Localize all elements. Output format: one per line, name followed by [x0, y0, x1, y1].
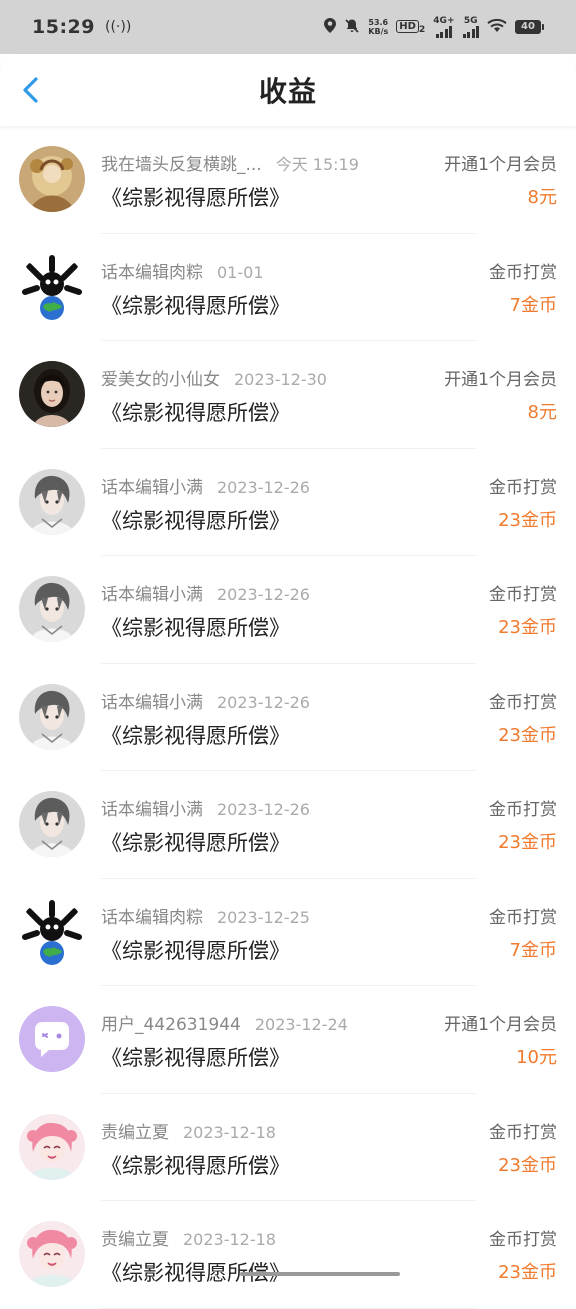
income-type: 金币打赏 [489, 262, 557, 283]
income-row[interactable]: 话本编辑小满 2023-12-26 《综影视得愿所偿》 金币打赏 23金币 [0, 556, 576, 664]
painting-avatar[interactable] [19, 146, 85, 212]
income-date: 2023-12-18 [183, 1230, 276, 1249]
header-bar: 收益 [0, 54, 576, 126]
user-name: 话本编辑小满 2023-12-26 [101, 585, 310, 605]
book-title: 《综影视得愿所偿》 [101, 938, 290, 963]
user-name: 话本编辑肉粽 2023-12-25 [101, 907, 310, 928]
page-title: 收益 [258, 75, 317, 108]
income-date: 01-01 [217, 262, 264, 282]
user-name: 话本编辑肉粽 01-01 [101, 262, 264, 283]
home-indicator[interactable] [240, 1272, 400, 1276]
user-name: 话本编辑小满 2023-12-26 [101, 477, 310, 498]
income-type: 金币打赏 [489, 692, 557, 713]
income-type: 开通1个月会员 [444, 155, 557, 175]
battery-icon: 40 [515, 20, 544, 34]
income-row[interactable]: 话本编辑小满 2023-12-26 《综影视得愿所偿》 金币打赏 23金币 [0, 664, 576, 771]
income-amount: 23金币 [498, 724, 557, 746]
income-row[interactable]: 我在墙头反复横跳_... 今天 15:19 《综影视得愿所偿》 开通1个月会员 8元 [0, 126, 576, 234]
income-amount: 23金币 [498, 1154, 557, 1176]
income-amount: 8元 [527, 402, 557, 423]
income-row[interactable]: 话本编辑小满 2023-12-26 《综影视得愿所偿》 金币打赏 23金币 [0, 449, 576, 556]
network-speed: 53.6 KB/s [368, 18, 389, 36]
mute-bell-icon [344, 18, 360, 37]
income-type: 金币打赏 [489, 585, 557, 605]
income-date: 2023-12-25 [217, 907, 310, 927]
user-name: 责编立夏 2023-12-18 [101, 1122, 276, 1143]
income-row[interactable]: 话本编辑肉粽 2023-12-25 《综影视得愿所偿》 金币打赏 7金币 [0, 879, 576, 986]
anime-boy-avatar[interactable] [19, 683, 85, 750]
income-row[interactable]: 责编立夏 2023-12-18 《综影视得愿所偿》 金币打赏 23金币 [0, 1201, 576, 1309]
status-bar: 15:29 ((·)) 53.6 KB/s HD 2 4G+ 5G 40 [0, 0, 576, 54]
income-amount: 23金币 [498, 509, 557, 531]
default-chat-avatar[interactable] [19, 1006, 85, 1072]
income-date: 2023-12-26 [217, 800, 310, 819]
anime-boy-avatar[interactable] [19, 791, 85, 857]
anime-boy-avatar[interactable] [19, 468, 85, 535]
income-row[interactable]: 话本编辑小满 2023-12-26 《综影视得愿所偿》 金币打赏 23金币 [0, 771, 576, 879]
user-name: 责编立夏 2023-12-18 [101, 1230, 276, 1250]
user-name: 话本编辑小满 2023-12-26 [101, 800, 310, 820]
income-type: 开通1个月会员 [444, 370, 557, 390]
book-title: 《综影视得愿所偿》 [101, 616, 290, 640]
user-name: 爱美女的小仙女 2023-12-30 [101, 370, 327, 390]
income-row[interactable]: 爱美女的小仙女 2023-12-30 《综影视得愿所偿》 开通1个月会员 8元 [0, 341, 576, 449]
income-type: 金币打赏 [489, 907, 557, 928]
book-title: 《综影视得愿所偿》 [101, 1153, 290, 1178]
income-amount: 7金币 [509, 939, 557, 961]
income-date: 今天 15:19 [275, 155, 359, 174]
income-type: 金币打赏 [489, 1122, 557, 1143]
income-row[interactable]: 责编立夏 2023-12-18 《综影视得愿所偿》 金币打赏 23金币 [0, 1094, 576, 1201]
book-title: 《综影视得愿所偿》 [101, 508, 290, 533]
hotspot-icon: ((·)) [104, 19, 132, 35]
book-title: 《综影视得愿所偿》 [101, 723, 290, 748]
book-title: 《综影视得愿所偿》 [101, 831, 290, 855]
income-date: 2023-12-18 [183, 1122, 276, 1142]
signal-5g-icon: 5G [462, 16, 479, 38]
income-amount: 8元 [527, 187, 557, 208]
income-amount: 10元 [516, 1047, 557, 1068]
user-name: 用户_442631944 2023-12-24 [101, 1015, 348, 1035]
anime-boy-avatar[interactable] [19, 576, 85, 642]
panda-earth-avatar[interactable] [19, 253, 85, 320]
book-title: 《综影视得愿所偿》 [101, 186, 290, 210]
signal-4g-icon: 4G+ [433, 16, 455, 38]
book-title: 《综影视得愿所偿》 [101, 293, 290, 318]
income-date: 2023-12-26 [217, 692, 310, 712]
book-title: 《综影视得愿所偿》 [101, 401, 290, 425]
user-name: 话本编辑小满 2023-12-26 [101, 692, 310, 713]
status-time: 15:29 [32, 16, 95, 38]
income-amount: 7金币 [509, 294, 557, 316]
income-amount: 23金币 [498, 1262, 557, 1283]
income-type: 金币打赏 [489, 477, 557, 498]
row-divider [101, 1307, 476, 1309]
income-row[interactable]: 用户_442631944 2023-12-24 《综影视得愿所偿》 开通1个月会员 10… [0, 986, 576, 1094]
income-date: 2023-12-24 [254, 1015, 348, 1034]
income-amount: 23金币 [498, 832, 557, 853]
income-type: 开通1个月会员 [444, 1015, 557, 1035]
income-type: 金币打赏 [489, 800, 557, 820]
income-date: 2023-12-30 [234, 370, 327, 389]
back-arrow-icon[interactable] [18, 76, 46, 104]
panda-earth-avatar[interactable] [19, 898, 85, 965]
book-title: 《综影视得愿所偿》 [101, 1046, 290, 1070]
income-list: 我在墙头反复横跳_... 今天 15:19 《综影视得愿所偿》 开通1个月会员 8元 话本… [0, 126, 576, 1309]
income-amount: 23金币 [498, 617, 557, 638]
anime-pink-girl-avatar[interactable] [19, 1221, 85, 1287]
wifi-icon [487, 18, 507, 36]
anime-pink-girl-avatar[interactable] [19, 1113, 85, 1180]
income-date: 2023-12-26 [217, 477, 310, 497]
income-type: 金币打赏 [489, 1230, 557, 1250]
user-name: 我在墙头反复横跳_... 今天 15:19 [101, 155, 359, 175]
hd-voice-icon: HD 2 [396, 19, 425, 35]
woman-photo-avatar[interactable] [19, 361, 85, 427]
income-row[interactable]: 话本编辑肉粽 01-01 《综影视得愿所偿》 金币打赏 7金币 [0, 234, 576, 341]
income-date: 2023-12-26 [217, 585, 310, 604]
location-icon [324, 18, 337, 36]
